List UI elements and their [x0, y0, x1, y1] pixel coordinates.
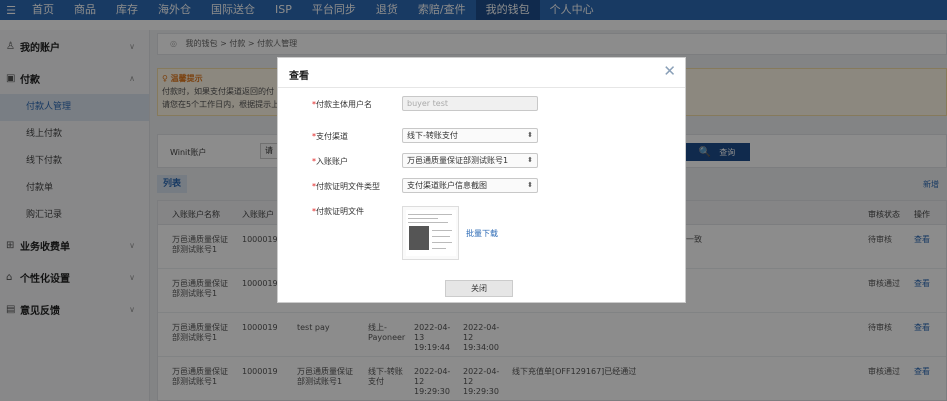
payer-name-label: *付款主体用户名 [312, 99, 372, 110]
account-select[interactable]: 万邑通质量保证部测试账号1 ⬍ [402, 153, 538, 168]
view-dialog: 查看 ✕ *付款主体用户名 buyer test *支付渠道 线下-转账支付 ⬍ … [277, 57, 686, 303]
dialog-header: 查看 ✕ [278, 58, 685, 88]
dialog-title: 查看 [289, 71, 309, 82]
select-arrow-icon: ⬍ [527, 181, 533, 189]
close-icon[interactable]: ✕ [663, 63, 676, 79]
channel-value: 线下-转账支付 [407, 131, 458, 140]
label-text: 付款证明文件 [316, 207, 364, 216]
account-label: *入账账户 [312, 156, 348, 167]
channel-label: *支付渠道 [312, 131, 348, 142]
proof-file-thumbnail[interactable] [402, 206, 459, 260]
batch-download-link[interactable]: 批量下载 [466, 228, 498, 239]
document-preview [406, 210, 456, 256]
label-text: 支付渠道 [316, 132, 348, 141]
select-arrow-icon: ⬍ [527, 156, 533, 164]
account-value: 万邑通质量保证部测试账号1 [407, 156, 509, 165]
proof-type-label: *付款证明文件类型 [312, 181, 380, 192]
proof-type-value: 支付渠道账户信息截图 [407, 181, 487, 190]
select-arrow-icon: ⬍ [527, 131, 533, 139]
close-button[interactable]: 关闭 [445, 280, 513, 297]
label-text: 付款证明文件类型 [316, 182, 380, 191]
payer-name-input[interactable]: buyer test [402, 96, 538, 111]
proof-type-select[interactable]: 支付渠道账户信息截图 ⬍ [402, 178, 538, 193]
channel-select[interactable]: 线下-转账支付 ⬍ [402, 128, 538, 143]
proof-file-label: *付款证明文件 [312, 206, 364, 217]
label-text: 付款主体用户名 [316, 100, 372, 109]
label-text: 入账账户 [316, 157, 348, 166]
